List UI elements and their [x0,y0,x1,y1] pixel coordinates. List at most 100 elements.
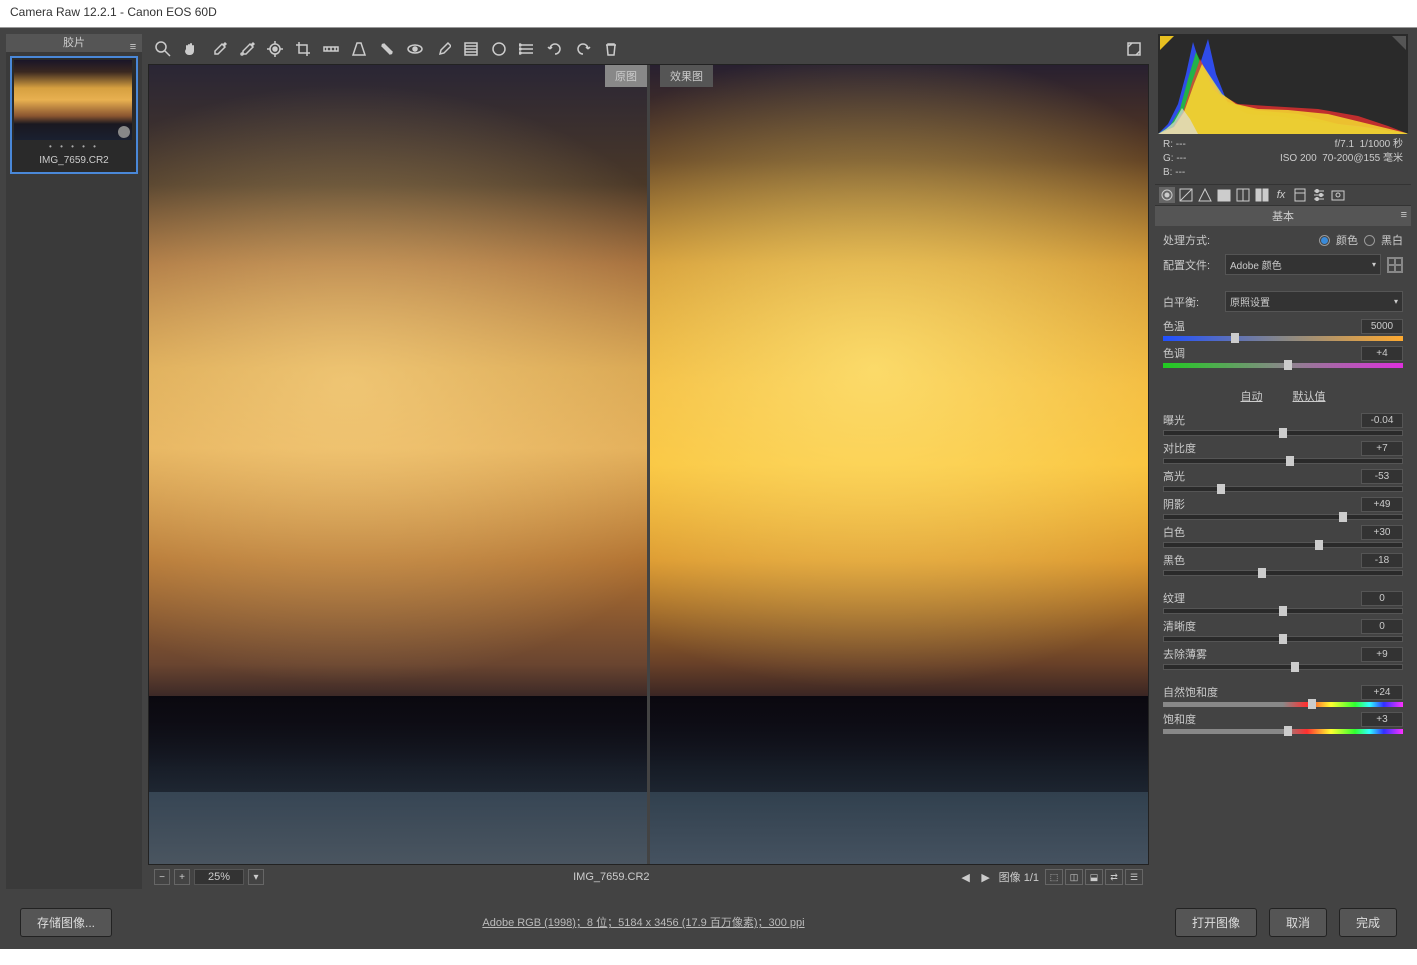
tint-value-input[interactable] [1361,346,1403,361]
tab-hsl-icon[interactable] [1216,187,1232,203]
zoom-icon[interactable] [154,40,172,58]
highlights-slider[interactable] [1163,486,1403,492]
transform-icon[interactable] [350,40,368,58]
profile-browser-icon[interactable] [1387,257,1403,273]
save-image-button[interactable]: 存储图像... [20,908,112,937]
histogram[interactable] [1158,34,1408,134]
treatment-bw-radio[interactable] [1364,235,1375,246]
texture-slider[interactable] [1163,608,1403,614]
clarity-slider[interactable] [1163,636,1403,642]
settings-icon[interactable]: ☰ [1125,869,1143,885]
gradient-linear-icon[interactable] [462,40,480,58]
saturation-slider[interactable] [1163,729,1403,734]
highlights-value-input[interactable] [1361,469,1403,484]
whites-slider[interactable] [1163,542,1403,548]
wb-select[interactable]: 原照设置▾ [1225,291,1403,312]
rotate-cw-icon[interactable] [574,40,592,58]
tab-calib-icon[interactable] [1292,187,1308,203]
compare-mode-1[interactable]: ⬚ [1045,869,1063,885]
texture-slider-row: 纹理 [1163,590,1403,614]
filmstrip-menu-icon[interactable]: ≡ [128,38,138,46]
info-readout: R: --- G: --- B: --- f/7.1 1/1000 秒 ISO … [1155,134,1411,184]
highlight-clip-icon[interactable] [1392,36,1406,50]
eyedropper-sample-icon[interactable] [238,40,256,58]
vibrance-value-input[interactable] [1361,685,1403,700]
temp-slider[interactable] [1163,336,1403,341]
vibrance-slider[interactable] [1163,702,1403,707]
cancel-button[interactable]: 取消 [1269,908,1327,937]
tab-detail-icon[interactable] [1197,187,1213,203]
default-button[interactable]: 默认值 [1293,388,1326,404]
tab-fx-icon[interactable]: fx [1273,187,1289,203]
contrast-label: 对比度 [1163,440,1196,456]
blacks-value-input[interactable] [1361,553,1403,568]
preview-area[interactable]: 原图 效果图 [148,64,1149,865]
dehaze-value-input[interactable] [1361,647,1403,662]
treatment-bw-label: 黑白 [1381,232,1403,248]
prev-image-button[interactable]: ◀ [959,870,973,884]
compare-swap[interactable]: ⇄ [1105,869,1123,885]
next-image-button[interactable]: ▶ [979,870,993,884]
zoom-dropdown[interactable]: ▾ [248,869,264,885]
compare-mode-2[interactable]: ◫ [1065,869,1083,885]
zoom-level[interactable]: 25% [194,869,244,885]
whites-value-input[interactable] [1361,525,1403,540]
exposure-slider-row: 曝光 [1163,412,1403,436]
done-button[interactable]: 完成 [1339,908,1397,937]
hand-icon[interactable] [182,40,200,58]
clarity-value-input[interactable] [1361,619,1403,634]
workflow-options-link[interactable]: Adobe RGB (1998)；8 位；5184 x 3456 (17.9 百… [124,914,1163,930]
highlights-slider-row: 高光 [1163,468,1403,492]
redeye-icon[interactable] [406,40,424,58]
exposure-slider[interactable] [1163,430,1403,436]
rating-dots[interactable]: • • • • • [14,140,134,153]
thumbnail[interactable]: • • • • • IMG_7659.CR2 [10,56,138,174]
image-counter: 图像 1/1 [999,869,1039,885]
panel-menu-icon[interactable]: ≡ [1401,209,1407,221]
rotate-ccw-icon[interactable] [546,40,564,58]
thumbnail-filename: IMG_7659.CR2 [14,153,134,170]
auto-button[interactable]: 自动 [1241,388,1263,404]
blacks-slider[interactable] [1163,570,1403,576]
tab-lens-icon[interactable] [1254,187,1270,203]
contrast-value-input[interactable] [1361,441,1403,456]
crop-icon[interactable] [294,40,312,58]
exposure-value-input[interactable] [1361,413,1403,428]
shadows-slider[interactable] [1163,514,1403,520]
view-split-icon[interactable] [518,40,536,58]
dehaze-slider[interactable] [1163,664,1403,670]
temp-value-input[interactable] [1361,319,1403,334]
open-image-button[interactable]: 打开图像 [1175,908,1257,937]
fullscreen-icon[interactable] [1125,40,1143,58]
compare-mode-3[interactable]: ⬓ [1085,869,1103,885]
tab-curve-icon[interactable] [1178,187,1194,203]
tab-basic-icon[interactable] [1159,187,1175,203]
shadows-value-input[interactable] [1361,497,1403,512]
blacks-label: 黑色 [1163,552,1185,568]
spot-heal-icon[interactable] [378,40,396,58]
tint-slider[interactable] [1163,363,1403,368]
dehaze-label: 去除薄雾 [1163,646,1207,662]
texture-value-input[interactable] [1361,591,1403,606]
trash-icon[interactable] [602,40,620,58]
profile-select[interactable]: Adobe 颜色▾ [1225,254,1381,275]
zoom-out-button[interactable]: − [154,869,170,885]
gradient-radial-icon[interactable] [490,40,508,58]
filmstrip-header: 胶片 ≡ [6,34,142,52]
target-adjust-icon[interactable] [266,40,284,58]
filmstrip-title: 胶片 [63,37,85,49]
shadows-slider-row: 阴影 [1163,496,1403,520]
shadow-clip-icon[interactable] [1160,36,1174,50]
saturation-value-input[interactable] [1361,712,1403,727]
brush-icon[interactable] [434,40,452,58]
straighten-icon[interactable] [322,40,340,58]
tab-presets-icon[interactable] [1311,187,1327,203]
contrast-slider[interactable] [1163,458,1403,464]
preview-after: 效果图 [650,65,1148,864]
zoom-in-button[interactable]: + [174,869,190,885]
tab-snapshots-icon[interactable] [1330,187,1346,203]
treatment-color-radio[interactable] [1319,235,1330,246]
tint-label: 色调 [1163,345,1185,361]
eyedropper-wb-icon[interactable] [210,40,228,58]
tab-split-icon[interactable] [1235,187,1251,203]
